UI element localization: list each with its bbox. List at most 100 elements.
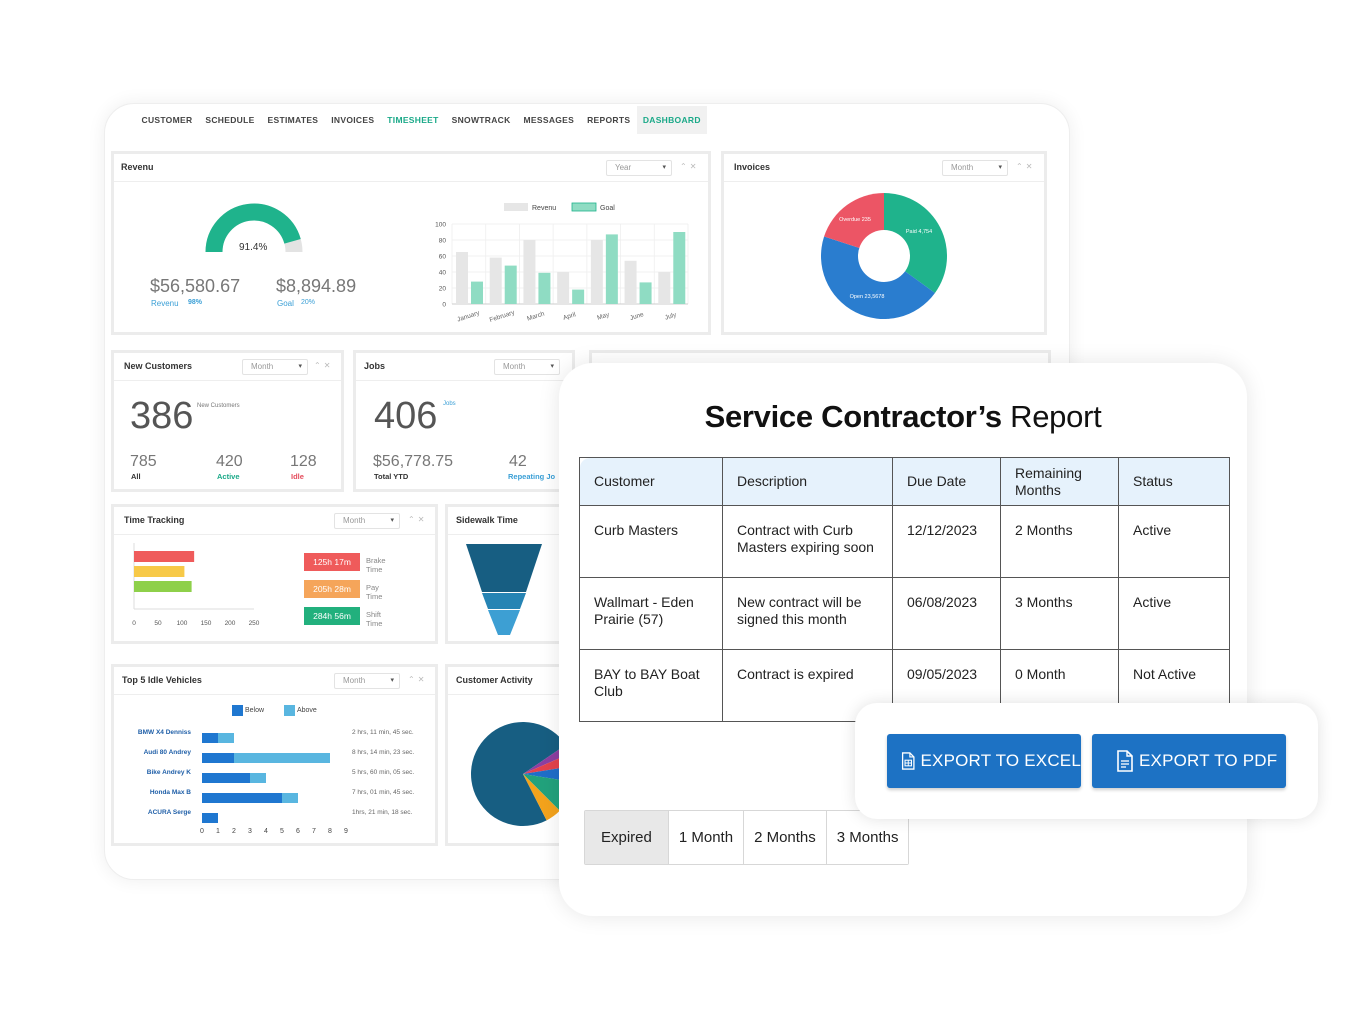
- goal-bar: [673, 232, 686, 304]
- header-status[interactable]: Status: [1118, 457, 1230, 506]
- legend-shift: 284h 56m Shift Time: [304, 606, 382, 633]
- x-tick-label: 5: [280, 828, 284, 835]
- revenue-panel-header: Revenu Year ⌃✕: [114, 154, 708, 182]
- y-tick-label: 100: [435, 222, 446, 229]
- nav-reports[interactable]: REPORTS: [581, 106, 637, 134]
- goal-bar: [504, 265, 517, 304]
- nav-estimates[interactable]: ESTIMATES: [261, 106, 325, 134]
- time-tracking-period-select[interactable]: Month: [334, 513, 400, 529]
- legend-revenu-swatch: [504, 203, 528, 211]
- vehicle-time: 8 hrs, 14 min, 23 sec.: [352, 749, 415, 756]
- filter-1-month[interactable]: 1 Month: [668, 811, 745, 864]
- nav-invoices[interactable]: INVOICES: [325, 106, 381, 134]
- nav-schedule[interactable]: SCHEDULE: [199, 106, 261, 134]
- nav-messages[interactable]: MESSAGES: [517, 106, 581, 134]
- nav-dashboard[interactable]: DASHBOARD: [636, 106, 707, 134]
- vehicle-name: ACURA Serge: [147, 809, 191, 816]
- panel-controls-icon[interactable]: ⌃✕: [408, 515, 427, 524]
- vehicle-time: 5 hrs, 60 min, 05 sec.: [352, 769, 415, 776]
- goal-amount: $8,894.89: [276, 276, 357, 296]
- jobs-period-select[interactable]: Month: [494, 359, 560, 375]
- new-customers-panel: New Customers Month ⌃✕ 386 New Customers…: [111, 350, 344, 492]
- y-tick-label: 60: [439, 254, 447, 261]
- legend-goal-label: Goal: [600, 205, 615, 212]
- panel-controls-icon[interactable]: ⌃✕: [408, 675, 427, 684]
- cell-status: Active: [1118, 577, 1230, 650]
- revenue-panel: Revenu Year ⌃✕ 91.4% $56,580.67 Revenu 9…: [111, 151, 711, 335]
- time-tracking-bar-chart: 0 50 100 150 200 250: [132, 543, 260, 627]
- table-row[interactable]: Curb Masters Contract with Curb Masters …: [579, 505, 1230, 578]
- x-tick-label: 8: [328, 828, 332, 835]
- y-tick-label: 20: [439, 286, 447, 293]
- below-bar: [202, 753, 234, 763]
- new-customers-value: 386: [130, 395, 194, 437]
- new-customers-period-select[interactable]: Month: [242, 359, 308, 375]
- table-row[interactable]: Wallmart - Eden Prairie (57) New contrac…: [579, 577, 1230, 650]
- time-tracking-bar: [134, 566, 185, 577]
- cell-remaining: 3 Months: [1000, 577, 1119, 650]
- panel-controls-icon[interactable]: ⌃✕: [314, 361, 333, 370]
- filter-2-months[interactable]: 2 Months: [744, 811, 827, 864]
- header-due-date[interactable]: Due Date: [892, 457, 1001, 506]
- panel-controls-icon[interactable]: ⌃✕: [680, 162, 699, 171]
- goal-pct: 20%: [301, 299, 316, 306]
- x-tick-label: 3: [248, 828, 252, 835]
- nav-customer[interactable]: CUSTOMER: [135, 106, 199, 134]
- time-tracking-title: Time Tracking: [124, 515, 185, 525]
- legend-above-label: Above: [296, 707, 317, 714]
- contractor-report-card: Service Contractor’s Report Customer Des…: [559, 363, 1247, 916]
- vehicle-names: BMW X4 Denniss Audi 80 Andrey Bike Andre…: [114, 729, 191, 829]
- revenue-period-select[interactable]: Year: [606, 160, 672, 176]
- remaining-filter-tabs: Expired 1 Month 2 Months 3 Months: [584, 810, 910, 865]
- filter-expired[interactable]: Expired: [585, 811, 669, 864]
- idle-vehicles-period-select[interactable]: Month: [334, 673, 400, 689]
- vehicle-name: Audi 80 Andrey: [143, 749, 191, 756]
- new-customers-sub: New Customers: [197, 403, 240, 409]
- x-tick-label: 6: [296, 828, 300, 835]
- invoices-title: Invoices: [734, 162, 771, 172]
- cell-description: Contract with Curb Masters expiring soon: [722, 505, 893, 578]
- time-tracking-legend: 125h 17m Brake Time 205h 28m Pay Time 28…: [304, 552, 386, 633]
- export-pdf-label: EXPORT TO PDF: [1139, 751, 1278, 770]
- revenue-amount: $56,580.67: [150, 276, 241, 296]
- export-pdf-button[interactable]: EXPORT TO PDF: [1092, 734, 1286, 788]
- revenue-amount-label: Revenu: [151, 299, 179, 308]
- sidewalk-title: Sidewalk Time: [456, 515, 518, 525]
- nav-snowtrack[interactable]: SNOWTRACK: [445, 106, 517, 134]
- stat-all-label: All: [131, 472, 141, 481]
- cell-description: New contract will be signed this month: [722, 577, 893, 650]
- invoices-period-select[interactable]: Month: [942, 160, 1008, 176]
- cell-due-date: 12/12/2023: [892, 505, 1001, 578]
- invoices-slice-label: Paid 4,754: [906, 229, 932, 235]
- donut-hole: [858, 230, 910, 282]
- idle-vehicles-title: Top 5 Idle Vehicles: [122, 675, 202, 685]
- jobs-amount-label: Total YTD: [374, 472, 409, 481]
- below-bar: [202, 793, 282, 803]
- panel-controls-icon[interactable]: ⌃✕: [1016, 162, 1035, 171]
- jobs-panel: Jobs Month 406 Jobs $56,778.75 Total YTD…: [353, 350, 575, 492]
- vehicle-time: 1hrs, 21 min, 18 sec.: [352, 809, 413, 816]
- goal-bar: [538, 272, 551, 304]
- header-remaining-months[interactable]: Remaining Months: [1000, 457, 1119, 506]
- cell-customer: Wallmart - Eden Prairie (57): [579, 577, 723, 650]
- cell-remaining: 2 Months: [1000, 505, 1119, 578]
- header-customer[interactable]: Customer: [579, 457, 723, 506]
- legend-goal-swatch: [571, 202, 597, 212]
- x-tick-label: January: [456, 309, 481, 323]
- x-tick-label: 9: [344, 828, 348, 835]
- report-title: Service Contractor’s Report: [559, 399, 1247, 435]
- x-tick-label: 250: [249, 620, 260, 627]
- export-excel-button[interactable]: EXPORT TO EXCEL: [887, 734, 1081, 788]
- gauge-value: 91.4%: [239, 242, 268, 253]
- report-title-bold: Service Contractor’s: [704, 399, 1003, 434]
- header-description[interactable]: Description: [722, 457, 893, 506]
- nav-timesheet[interactable]: TIMESHEET: [381, 106, 445, 134]
- brake-time-value: 125h 17m: [304, 553, 360, 571]
- revenue-bar-chart: Revenu Goal 100 80 60 40 20 0 January February Mar…: [435, 202, 689, 324]
- x-tick-label: June: [629, 311, 645, 322]
- below-bar: [202, 813, 218, 823]
- top-nav: CUSTOMER SCHEDULE ESTIMATES INVOICES TIM…: [135, 106, 707, 134]
- cell-status: Active: [1118, 505, 1230, 578]
- x-tick-label: 0: [132, 620, 136, 627]
- revenu-bar: [658, 272, 671, 304]
